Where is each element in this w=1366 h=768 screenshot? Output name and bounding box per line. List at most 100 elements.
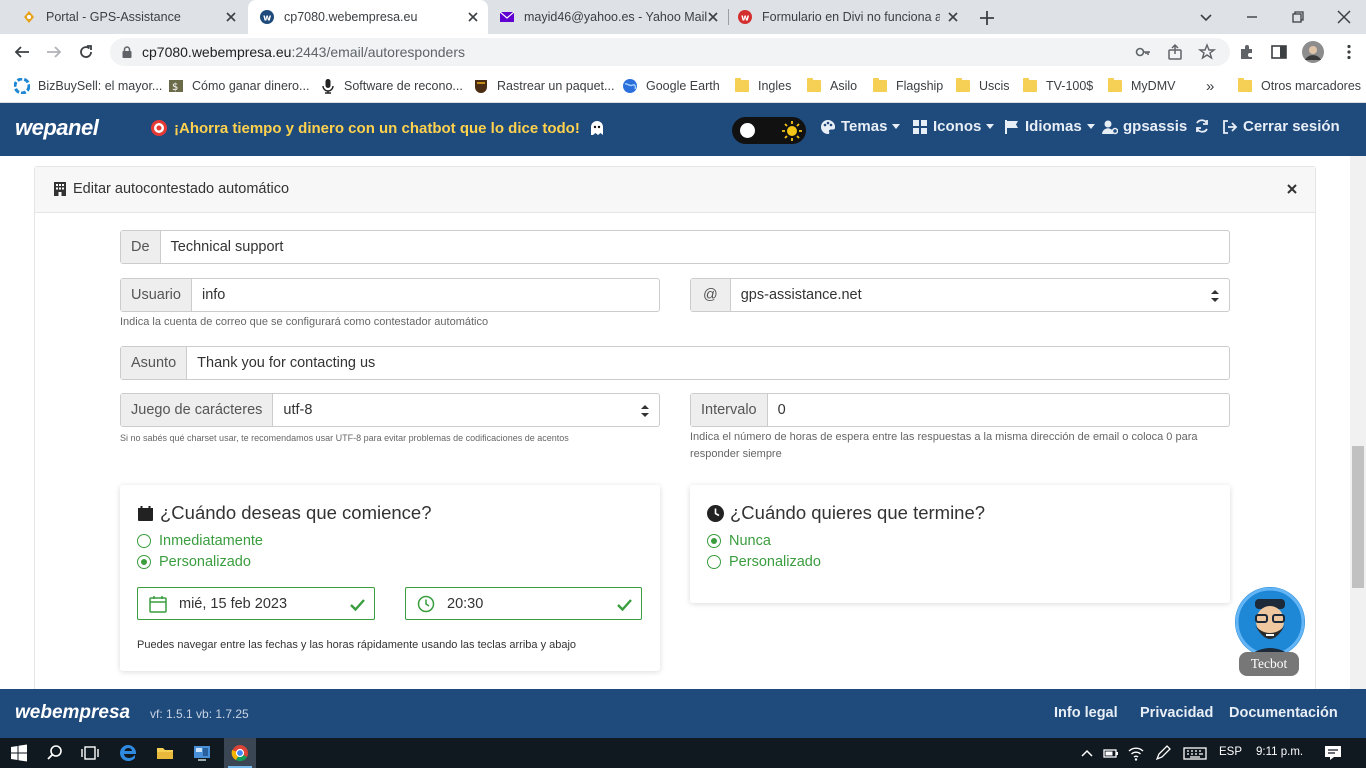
date-navigation-help: Puedes navegar entre las fechas y las ho… bbox=[137, 639, 577, 651]
browser-tab[interactable]: mayid46@yahoo.es - Yahoo Mail bbox=[488, 0, 728, 34]
bookmarks-overflow-button[interactable]: » bbox=[1206, 76, 1214, 96]
share-icon[interactable] bbox=[1166, 43, 1184, 61]
back-icon[interactable] bbox=[12, 42, 32, 62]
notifications-icon[interactable] bbox=[1324, 744, 1342, 762]
profile-avatar[interactable] bbox=[1302, 41, 1324, 63]
usuario-help-text: Indica la cuenta de correo que se config… bbox=[120, 316, 489, 328]
bookmark-folder[interactable]: TV-100$ bbox=[1022, 76, 1093, 96]
search-icon[interactable] bbox=[46, 744, 64, 762]
webempresa-logo[interactable]: webempresa bbox=[15, 702, 130, 724]
usuario-label: Usuario bbox=[121, 279, 192, 311]
user-menu[interactable]: gpsassis bbox=[1102, 118, 1187, 135]
svg-text:w: w bbox=[741, 14, 749, 24]
start-date-input[interactable]: mié, 15 feb 2023 bbox=[137, 587, 375, 620]
power-plug-icon[interactable] bbox=[1102, 744, 1120, 762]
sun-icon bbox=[782, 121, 802, 141]
usuario-input[interactable]: info bbox=[192, 279, 659, 311]
chrome-taskbar-button[interactable] bbox=[224, 738, 256, 768]
bookmark-item[interactable]: Rastrear un paquet... bbox=[473, 76, 614, 96]
close-tab-icon[interactable] bbox=[466, 10, 480, 24]
tecbot-chat-launcher[interactable]: Tecbot bbox=[1234, 587, 1306, 679]
forward-icon[interactable] bbox=[44, 42, 64, 62]
start-custom-radio[interactable]: Personalizado bbox=[137, 554, 251, 570]
palette-icon bbox=[820, 119, 836, 135]
clock-text[interactable]: 9:11 p.m. bbox=[1256, 746, 1303, 758]
new-tab-icon[interactable] bbox=[976, 7, 998, 29]
keyboard-icon[interactable] bbox=[1183, 744, 1207, 762]
close-panel-icon[interactable] bbox=[1285, 182, 1299, 196]
charset-select[interactable]: utf-8 bbox=[273, 394, 659, 426]
bookmark-item[interactable]: BizBuySell: el mayor... bbox=[14, 76, 162, 96]
domain-select[interactable]: gps-assistance.net bbox=[731, 279, 1229, 311]
de-input[interactable]: Technical support bbox=[161, 231, 1229, 263]
language-indicator[interactable]: ESP bbox=[1219, 746, 1242, 758]
start-immediately-radio[interactable]: Inmediatamente bbox=[137, 533, 263, 549]
browser-tab-active[interactable]: w cp7080.webempresa.eu bbox=[248, 0, 488, 34]
browser-tab[interactable]: w Formulario en Divi no funciona a bbox=[728, 0, 968, 34]
building-icon bbox=[53, 182, 67, 196]
page-scrollbar[interactable] bbox=[1350, 156, 1366, 689]
bookmark-folder[interactable]: Flagship bbox=[872, 76, 943, 96]
file-explorer-icon[interactable] bbox=[156, 744, 174, 762]
privacidad-link[interactable]: Privacidad bbox=[1140, 705, 1213, 721]
windows-start-icon[interactable] bbox=[10, 744, 28, 762]
extensions-icon[interactable] bbox=[1238, 43, 1256, 61]
de-field-group: De Technical support bbox=[120, 230, 1230, 264]
select-arrows-icon bbox=[641, 404, 649, 418]
logout-button[interactable]: Cerrar sesión bbox=[1222, 118, 1340, 135]
check-icon bbox=[349, 596, 366, 613]
bookmark-item[interactable]: Software de recono... bbox=[320, 76, 463, 96]
bookmark-folder[interactable]: MyDMV bbox=[1107, 76, 1175, 96]
tab-search-chevron-icon[interactable] bbox=[1196, 7, 1216, 27]
scrollbar-thumb[interactable] bbox=[1352, 446, 1364, 588]
minimize-icon[interactable] bbox=[1242, 7, 1262, 27]
bookmark-folder[interactable]: Asilo bbox=[806, 76, 857, 96]
pen-icon[interactable] bbox=[1154, 744, 1172, 762]
address-bar[interactable]: cp7080.webempresa.eu:2443/email/autoresp… bbox=[110, 38, 1230, 66]
bookmark-folder[interactable]: Uscis bbox=[955, 76, 1010, 96]
edge-icon[interactable] bbox=[119, 744, 137, 762]
close-tab-icon[interactable] bbox=[946, 10, 960, 24]
reload-icon[interactable] bbox=[76, 42, 96, 62]
wifi-icon[interactable] bbox=[1127, 744, 1145, 762]
refresh-button[interactable] bbox=[1194, 118, 1215, 134]
info-legal-link[interactable]: Info legal bbox=[1054, 705, 1118, 721]
webempresa-favicon: w bbox=[738, 10, 752, 24]
idiomas-menu[interactable]: Idiomas bbox=[1004, 118, 1095, 135]
app-header: wepanel ¡Ahorra tiempo y dinero con un c… bbox=[0, 103, 1366, 156]
close-window-icon[interactable] bbox=[1334, 7, 1354, 27]
browser-tab[interactable]: Portal - GPS-Assistance bbox=[0, 0, 246, 34]
side-panel-icon[interactable] bbox=[1270, 43, 1288, 61]
other-bookmarks-folder[interactable]: Otros marcadores bbox=[1237, 76, 1361, 96]
control-panel-icon[interactable] bbox=[193, 744, 211, 762]
tecbot-avatar bbox=[1235, 587, 1305, 657]
close-tab-icon[interactable] bbox=[224, 10, 238, 24]
end-schedule-card: ¿Cuándo quieres que termine? Nunca Perso… bbox=[690, 485, 1230, 603]
dark-mode-toggle[interactable] bbox=[732, 117, 806, 144]
close-tab-icon[interactable] bbox=[706, 10, 720, 24]
charset-help-text: Si no sabés qué charset usar, te recomen… bbox=[120, 433, 569, 443]
chatbot-promo-link[interactable]: ¡Ahorra tiempo y dinero con un chatbot q… bbox=[150, 119, 612, 137]
end-custom-radio[interactable]: Personalizado bbox=[707, 554, 821, 570]
task-view-icon[interactable] bbox=[81, 744, 99, 762]
wepanel-logo[interactable]: wepanel bbox=[15, 115, 99, 141]
iconos-menu[interactable]: Iconos bbox=[912, 118, 995, 135]
restore-icon[interactable] bbox=[1288, 7, 1308, 27]
temas-menu[interactable]: Temas bbox=[820, 118, 901, 135]
intervalo-input[interactable]: 0 bbox=[768, 394, 1229, 426]
start-time-input[interactable]: 20:30 bbox=[405, 587, 642, 620]
yahoo-mail-favicon bbox=[500, 10, 514, 24]
chrome-menu-icon[interactable] bbox=[1340, 43, 1358, 61]
documentacion-link[interactable]: Documentación bbox=[1229, 705, 1338, 721]
asunto-input[interactable]: Thank you for contacting us bbox=[187, 347, 1229, 379]
bookmark-star-icon[interactable] bbox=[1198, 43, 1216, 61]
sync-icon bbox=[1194, 118, 1210, 134]
domain-field-group: @ gps-assistance.net bbox=[690, 278, 1230, 312]
bookmark-item[interactable]: $ Cómo ganar dinero... bbox=[168, 76, 309, 96]
end-never-radio[interactable]: Nunca bbox=[707, 533, 771, 549]
show-hidden-icons-chevron[interactable] bbox=[1078, 744, 1096, 762]
lock-icon[interactable] bbox=[120, 45, 134, 59]
key-icon[interactable] bbox=[1134, 43, 1152, 61]
bookmark-folder[interactable]: Ingles bbox=[734, 76, 791, 96]
bookmark-item[interactable]: Google Earth bbox=[622, 76, 720, 96]
